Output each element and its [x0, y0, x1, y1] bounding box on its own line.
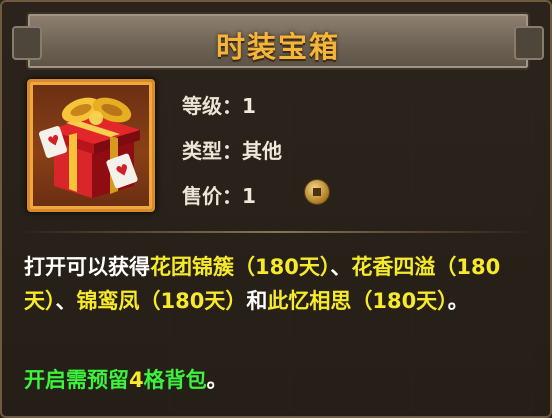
- desc-end: 。: [447, 289, 469, 313]
- bag-space-tip: 开启需预留4格背包。: [24, 364, 228, 394]
- desc-text: 打开可以获得: [24, 255, 150, 279]
- coin-icon: [305, 180, 329, 204]
- tip-slot-count: 4: [129, 368, 144, 392]
- reward-item-4: 此忆相思（180天）: [267, 289, 448, 313]
- attr-price: 售价：1: [182, 180, 256, 209]
- item-title: 时装宝箱: [215, 30, 340, 64]
- tip-end: 。: [206, 368, 228, 392]
- title-bar: 时装宝箱: [12, 12, 544, 70]
- gift-box-icon: ♥ ♥: [38, 97, 140, 198]
- type-value: 其他: [242, 139, 282, 163]
- price-value: 1: [242, 184, 256, 208]
- attr-level: 等级：1: [182, 90, 256, 119]
- type-label: 类型：: [182, 139, 242, 163]
- item-tooltip-panel: 时装宝箱 ♥ ♥ 等级：1 类型：其他 售价：1 打开可以获得花团锦簇（180天…: [0, 0, 552, 418]
- tip-text: 开启需预留: [24, 368, 129, 392]
- reward-item-1: 花团锦簇（180天）: [150, 255, 331, 279]
- level-label: 等级：: [182, 94, 242, 118]
- reward-item-3: 锦鸾凤（180天）: [76, 289, 247, 313]
- desc-separator: 、: [330, 255, 352, 279]
- tip-text-2: 格背包: [143, 368, 207, 392]
- level-value: 1: [242, 94, 256, 118]
- divider: [16, 231, 536, 233]
- desc-separator: 、: [55, 289, 77, 313]
- item-icon-frame[interactable]: ♥ ♥: [27, 79, 155, 212]
- attr-type: 类型：其他: [182, 135, 282, 164]
- desc-separator: 和: [246, 289, 268, 313]
- price-label: 售价：: [182, 184, 242, 208]
- item-description: 打开可以获得花团锦簇（180天）、花香四溢（180天）、锦鸾凤（180天）和此忆…: [24, 250, 524, 318]
